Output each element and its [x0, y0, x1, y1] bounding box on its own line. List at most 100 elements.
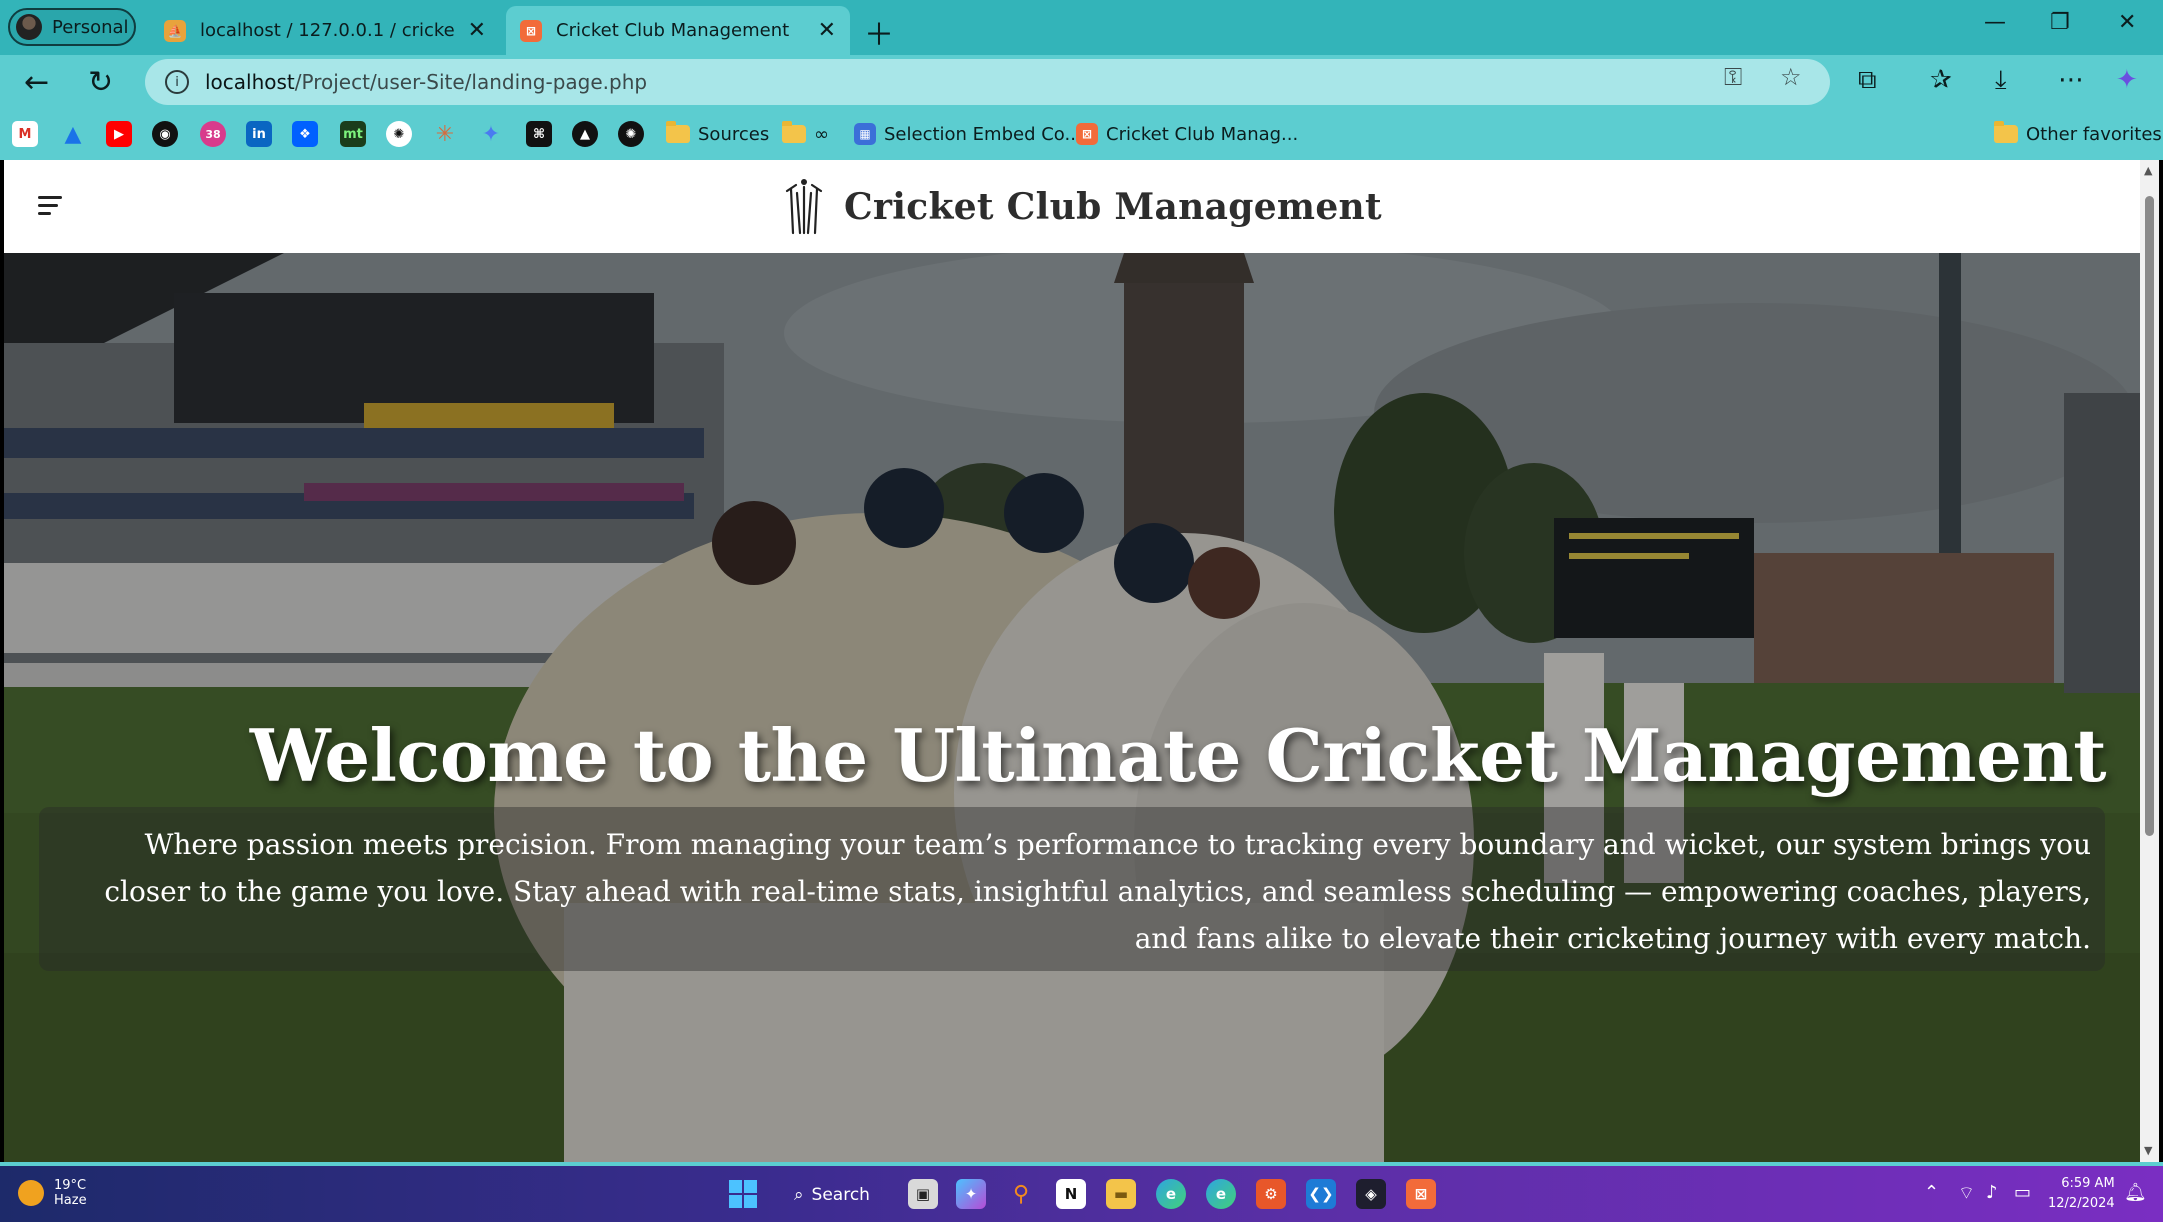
hero-description: Where passion meets precision. From mana… [39, 807, 2105, 971]
time: 6:59 AM [2061, 1176, 2115, 1191]
claude-icon[interactable]: ✳ [432, 121, 458, 147]
weather-icon [18, 1180, 44, 1206]
gemini-icon[interactable]: ✦ [478, 121, 504, 147]
other-favorites-label: Other favorites [2026, 123, 2162, 145]
folder-icon [1994, 121, 2018, 143]
hero-title: Welcome to the Ultimate Cricket Manageme… [249, 713, 2107, 798]
app-gear-icon[interactable]: ⚙ [1256, 1179, 1286, 1209]
site-title: Cricket Club Management [844, 185, 1382, 228]
scrollbar-thumb[interactable] [2145, 196, 2154, 836]
profile-button[interactable]: Personal [8, 8, 136, 46]
restore-icon[interactable]: ❐ [2050, 10, 2070, 35]
scroll-down-icon[interactable]: ▼ [2144, 1144, 2152, 1157]
copilot-app-icon[interactable]: ✦ [956, 1179, 986, 1209]
volume-icon[interactable]: ♪ [1986, 1182, 1998, 1203]
google-drive-icon[interactable]: ▲ [60, 121, 86, 147]
search-icon: ⌕ [794, 1185, 804, 1205]
page-scrollbar[interactable]: ▲ ▼ [2140, 160, 2159, 1162]
notifications-icon[interactable]: 🔔︎ [2124, 1182, 2147, 1203]
start-icon[interactable] [728, 1179, 758, 1209]
extensions-icon[interactable]: ⧉ [1858, 65, 1877, 96]
profile-avatar [16, 14, 42, 40]
close-tab-icon[interactable]: ✕ [468, 18, 486, 43]
notion-style-icon[interactable]: ⌘ [526, 121, 552, 147]
address-bar[interactable]: i localhost/Project/user-Site/landing-pa… [145, 59, 1830, 105]
date: 12/2/2024 [2048, 1196, 2115, 1211]
github-icon[interactable]: ◉ [152, 121, 178, 147]
url-host: localhost [205, 70, 295, 94]
bookmark-sources[interactable]: Sources [666, 121, 769, 147]
site-info-icon[interactable]: i [165, 70, 189, 94]
bookmark-label: Sources [698, 123, 770, 145]
key-icon[interactable]: ⚿ [1724, 63, 1742, 91]
search-label: Search [811, 1185, 870, 1205]
weather-widget[interactable]: 19°C Haze [18, 1178, 87, 1208]
url-path: /Project/user-Site/landing-page.php [294, 70, 648, 94]
back-icon[interactable]: ← [24, 65, 49, 100]
new-tab-button[interactable]: ＋ [864, 10, 894, 54]
downloads-icon[interactable]: ⤓ [1995, 65, 2007, 96]
dev-app-icon[interactable]: ◈ [1356, 1179, 1386, 1209]
tray-overflow-icon[interactable]: ⌃ [1924, 1182, 1939, 1203]
scroll-up-icon[interactable]: ▲ [2144, 164, 2152, 177]
favorite-star-icon[interactable]: ☆ [1780, 63, 1802, 91]
hamburger-menu-icon[interactable] [38, 196, 62, 218]
url-text: localhost/Project/user-Site/landing-page… [205, 70, 647, 94]
taskbar-search[interactable]: ⌕ Search [784, 1178, 894, 1212]
folder-icon [666, 121, 690, 143]
hero-overlay [4, 253, 2140, 1162]
vercel-icon[interactable]: ▲ [572, 121, 598, 147]
task-view-icon[interactable]: ▣ [908, 1179, 938, 1209]
other-favorites[interactable]: Other favorites [1994, 121, 2162, 147]
youtube-icon[interactable]: ▶ [106, 121, 132, 147]
page-viewport: Cricket Club Management Welcome to the U… [4, 160, 2140, 1162]
minimize-icon[interactable]: — [1984, 10, 2006, 35]
cricket-stumps-icon [785, 178, 823, 234]
folder-icon [782, 121, 806, 143]
app-bookmark-icon[interactable]: ✺ [618, 121, 644, 147]
gmail-icon[interactable]: M [12, 121, 38, 147]
clock[interactable]: 6:59 AM 12/2/2024 [2048, 1174, 2115, 1214]
tab-cricket-club[interactable]: ⊠ Cricket Club Management ✕ [506, 6, 850, 55]
chatgpt-icon[interactable]: ✺ [386, 121, 412, 147]
file-explorer-icon[interactable]: ▬ [1106, 1179, 1136, 1209]
bookmark-cricket-club[interactable]: ⊠ Cricket Club Manag... [1076, 121, 1298, 147]
bookmark-label: ∞ [814, 123, 829, 145]
hero-paragraph: Where passion meets precision. From mana… [104, 828, 2091, 955]
tab-label: localhost / 127.0.0.1 / cricket-club [200, 20, 454, 41]
close-tab-icon[interactable]: ✕ [818, 18, 836, 43]
bookmark-selection-embed[interactable]: ▦ Selection Embed Co... [854, 121, 1082, 147]
profile-label: Personal [52, 16, 129, 38]
tab-strip: Personal ⛵ localhost / 127.0.0.1 / crick… [0, 0, 2163, 55]
battery-icon[interactable]: ▭ [2014, 1182, 2031, 1203]
more-menu-icon[interactable]: ⋯ [2058, 65, 2084, 95]
temperature: 19°C [54, 1178, 87, 1193]
edge-icon[interactable]: e [1156, 1179, 1186, 1209]
wifi-icon[interactable]: ⌔ [1958, 1182, 1975, 1205]
bookmarks-bar: M ▲ ▶ ◉ 38 in ❖ mt ✺ ✳ ✦ ⌘ ▲ ✺ Sources ∞… [0, 111, 2163, 157]
bookmark-infinity[interactable]: ∞ [782, 121, 829, 147]
copilot-icon[interactable]: ✦ [2116, 65, 2138, 95]
notion-app-icon[interactable]: N [1056, 1179, 1086, 1209]
hero-section: Welcome to the Ultimate Cricket Manageme… [4, 253, 2140, 1162]
reload-icon[interactable]: ↻ [88, 65, 113, 100]
dropbox-icon[interactable]: ❖ [292, 121, 318, 147]
phpmyadmin-icon: ⛵ [164, 19, 186, 42]
xampp-icon: ⊠ [520, 19, 542, 42]
linkedin-icon[interactable]: in [246, 121, 272, 147]
brand[interactable]: Cricket Club Management [782, 177, 1382, 237]
vscode-icon[interactable]: ❮❯ [1306, 1179, 1336, 1209]
app-icon: ▦ [854, 123, 876, 145]
monkeytype-icon[interactable]: mt [340, 121, 366, 147]
close-window-icon[interactable]: ✕ [2118, 10, 2136, 35]
tab-phpmyadmin[interactable]: ⛵ localhost / 127.0.0.1 / cricket-club ✕ [150, 6, 500, 55]
calendar-badge-icon[interactable]: 38 [200, 121, 226, 147]
favorites-icon[interactable]: ✰ [1930, 65, 1952, 95]
edge-dev-icon[interactable]: e [1206, 1179, 1236, 1209]
bookmark-label: Cricket Club Manag... [1106, 123, 1299, 145]
search-app-icon[interactable]: ⚲ [1006, 1179, 1036, 1209]
weather-desc: Haze [54, 1193, 87, 1208]
address-row: ← ↻ i localhost/Project/user-Site/landin… [0, 55, 2163, 111]
xampp-app-icon[interactable]: ⊠ [1406, 1179, 1436, 1209]
xampp-icon: ⊠ [1076, 123, 1098, 145]
